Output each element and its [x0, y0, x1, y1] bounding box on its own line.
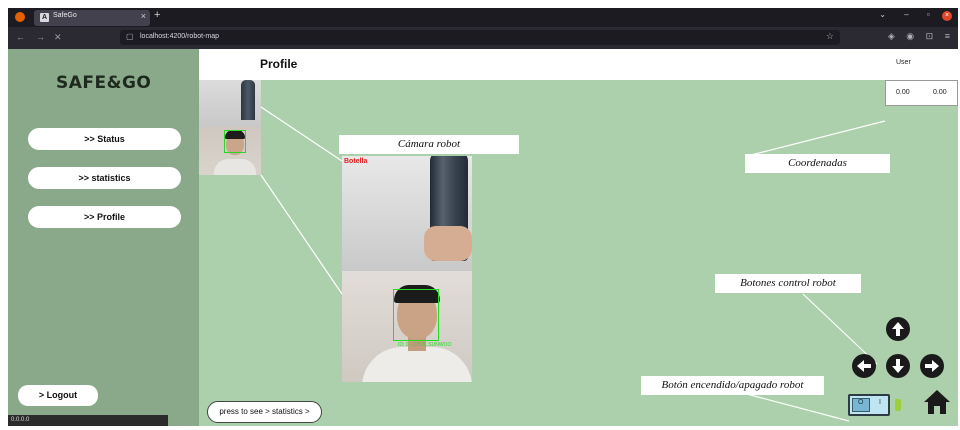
url-bar[interactable]: ▢ localhost:4200/robot-map ☆ — [120, 30, 840, 45]
bookmark-star-icon[interactable]: ☆ — [826, 31, 834, 42]
tab-title: SafeGo — [53, 12, 77, 19]
browser-tab[interactable]: A SafeGo × — [34, 10, 150, 26]
account-icon[interactable]: ◉ — [906, 31, 914, 41]
close-tab-icon[interactable]: × — [141, 11, 146, 21]
toolbar-icons: ◈ ◉ ⊡ ≡ — [879, 31, 950, 42]
callout-camera: Cámara robot — [339, 135, 519, 154]
forward-button[interactable]: → — [36, 32, 45, 42]
logout-button[interactable]: > Logout — [18, 385, 98, 406]
browser-tabbar: A SafeGo × + ⌄ – ▫ × — [8, 8, 958, 27]
face-id-tag: ID: 0 - CHOI, SUNWOO — [398, 342, 452, 348]
screen: A SafeGo × + ⌄ – ▫ × ← → ✕ ▢ localhost:4… — [0, 0, 960, 430]
callout-controls: Botones control robot — [715, 274, 861, 293]
statistics-link[interactable]: press to see > statistics > — [207, 401, 322, 423]
arrow-up-icon — [892, 322, 904, 336]
stop-button[interactable]: ✕ — [54, 32, 62, 43]
power-off-label: O — [858, 399, 864, 406]
detection-label: Botella — [344, 158, 368, 165]
back-button[interactable]: ← — [16, 32, 25, 42]
person-shirt — [362, 347, 472, 382]
power-on-label: I — [879, 399, 881, 406]
power-led-icon — [895, 399, 901, 411]
tab-list-icon[interactable]: ⌄ — [879, 10, 886, 19]
window-controls: ⌄ – ▫ × — [863, 10, 952, 21]
sidebar-item-status[interactable]: >> Status — [28, 128, 181, 150]
sidebar-item-statistics[interactable]: >> statistics — [28, 167, 181, 189]
arrow-down-icon — [892, 359, 904, 373]
favicon-icon: A — [40, 13, 49, 22]
coordinates-box: 0.00 0.00 — [885, 80, 958, 106]
page-title: Profile — [260, 57, 298, 71]
arrow-left-button[interactable] — [852, 354, 876, 378]
page-info-icon[interactable]: ▢ — [126, 32, 134, 41]
arrow-down-button[interactable] — [886, 354, 910, 378]
new-tab-button[interactable]: + — [154, 9, 160, 21]
annotation-lines — [260, 106, 886, 422]
sidebar-item-profile[interactable]: >> Profile — [28, 206, 181, 228]
arrow-up-button[interactable] — [886, 317, 910, 341]
bottle-image — [241, 80, 255, 120]
camera-thumbnail-face[interactable] — [199, 127, 261, 175]
face-detection-box — [224, 130, 246, 153]
firefox-icon — [15, 12, 25, 22]
version-label: 0.0.0.0 — [8, 415, 168, 426]
hand-image — [424, 226, 472, 261]
coord-y: 0.00 — [933, 89, 947, 96]
menu-icon[interactable]: ≡ — [945, 31, 950, 41]
home-button[interactable] — [922, 387, 952, 417]
face-detection-box — [393, 289, 439, 341]
coord-x: 0.00 — [896, 89, 910, 96]
callout-power: Botón encendido/apagado robot — [641, 376, 824, 395]
minimize-icon[interactable]: – — [904, 10, 908, 19]
pocket-icon[interactable]: ◈ — [888, 31, 895, 41]
arrow-left-icon — [857, 360, 871, 372]
extensions-icon[interactable]: ⊡ — [926, 31, 934, 41]
user-label[interactable]: User — [896, 59, 911, 66]
camera-feed-face: ID: 0 - CHOI, SUNWOO — [342, 271, 472, 382]
close-window-icon[interactable]: × — [942, 11, 952, 21]
power-toggle[interactable]: O I — [848, 394, 890, 416]
main-panel: Profile User 0.00 0.00 Botella ID: 0 - C… — [199, 49, 958, 426]
callout-coordinates: Coordenadas — [745, 154, 890, 173]
arrow-right-icon — [925, 360, 939, 372]
maximize-icon[interactable]: ▫ — [927, 10, 930, 19]
page-header: Profile User — [199, 49, 958, 80]
arrow-right-button[interactable] — [920, 354, 944, 378]
person-shirt — [214, 159, 256, 175]
camera-feed-bottle: Botella — [342, 156, 472, 271]
home-icon — [924, 390, 950, 414]
app-logo: SAFE&GO — [56, 73, 152, 93]
sidebar: SAFE&GO >> Status >> statistics >> Profi… — [8, 49, 199, 426]
camera-thumbnail-bottle[interactable] — [199, 80, 261, 127]
browser-navbar: ← → ✕ ▢ localhost:4200/robot-map ☆ ◈ ◉ ⊡… — [8, 27, 958, 49]
url-text[interactable]: localhost:4200/robot-map — [140, 33, 219, 40]
